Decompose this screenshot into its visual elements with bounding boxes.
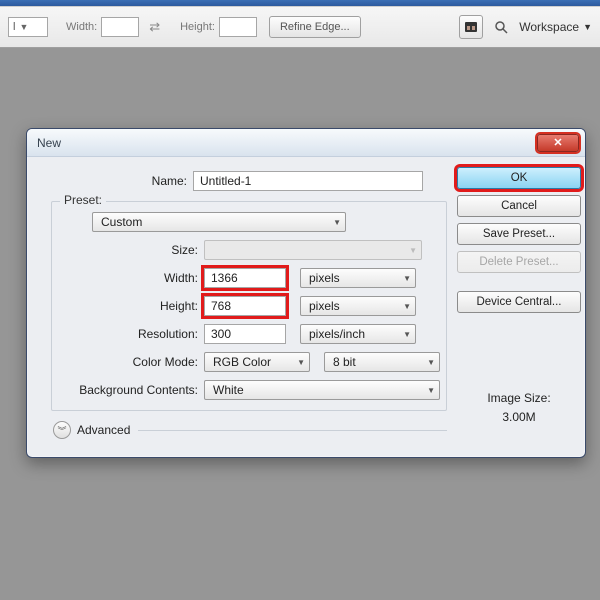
width-unit-select[interactable]: pixels [300, 268, 416, 288]
chevron-down-icon: ▼ [583, 22, 592, 32]
width-input[interactable]: 1366 [204, 268, 286, 288]
color-mode-label: Color Mode: [52, 355, 204, 369]
dialog-titlebar[interactable]: New ✕ [27, 129, 585, 157]
preset-select[interactable]: Custom [92, 212, 346, 232]
resolution-input[interactable]: 300 [204, 324, 286, 344]
preset-group: Preset: Custom Size: Width: 1366 pixels … [51, 201, 447, 411]
height-input[interactable]: 768 [204, 296, 286, 316]
height-unit-select[interactable]: pixels [300, 296, 416, 316]
resolution-unit-select[interactable]: pixels/inch [300, 324, 416, 344]
chevron-down-icon: ▼ [19, 22, 28, 32]
advanced-toggle[interactable]: ︾ Advanced [53, 421, 447, 439]
swap-dimensions-icon[interactable]: ⇄ [149, 19, 160, 35]
name-input[interactable]: Untitled-1 [193, 171, 423, 191]
color-depth-select[interactable]: 8 bit [324, 352, 440, 372]
delete-preset-button: Delete Preset... [457, 251, 581, 273]
close-button[interactable]: ✕ [537, 134, 579, 152]
resolution-label: Resolution: [52, 327, 204, 341]
options-toolbar: l ▼ Width: ⇄ Height: Refine Edge... Work… [0, 6, 600, 48]
new-dialog: New ✕ Name: Untitled-1 Preset: Custom Si… [26, 128, 586, 458]
options-width-label: Width: [66, 21, 97, 33]
width-label: Width: [52, 271, 204, 285]
refine-edge-button[interactable]: Refine Edge... [269, 16, 361, 38]
tool-options-label: l [13, 21, 15, 33]
bridge-icon-button[interactable] [459, 15, 483, 39]
search-icon [494, 20, 508, 34]
options-height-input[interactable] [219, 17, 257, 37]
bridge-icon [464, 20, 478, 34]
options-height-label: Height: [180, 21, 215, 33]
preset-legend: Preset: [60, 193, 106, 207]
options-width-input[interactable] [101, 17, 139, 37]
ok-button[interactable]: OK [457, 167, 581, 189]
tool-options-dropdown[interactable]: l ▼ [8, 17, 48, 37]
color-mode-select[interactable]: RGB Color [204, 352, 310, 372]
image-size-display: Image Size: 3.00M [457, 389, 581, 427]
divider [138, 430, 447, 431]
chevron-down-icon: ︾ [53, 421, 71, 439]
save-preset-button[interactable]: Save Preset... [457, 223, 581, 245]
name-label: Name: [41, 174, 193, 188]
device-central-button[interactable]: Device Central... [457, 291, 581, 313]
height-label: Height: [52, 299, 204, 313]
search-icon-button[interactable] [491, 17, 511, 37]
size-label: Size: [52, 243, 204, 257]
cancel-button[interactable]: Cancel [457, 195, 581, 217]
dialog-title: New [37, 136, 537, 150]
workspace-menu[interactable]: Workspace ▼ [519, 20, 592, 34]
size-select [204, 240, 422, 260]
bg-contents-label: Background Contents: [52, 383, 204, 397]
bg-contents-select[interactable]: White [204, 380, 440, 400]
close-icon: ✕ [553, 136, 562, 149]
